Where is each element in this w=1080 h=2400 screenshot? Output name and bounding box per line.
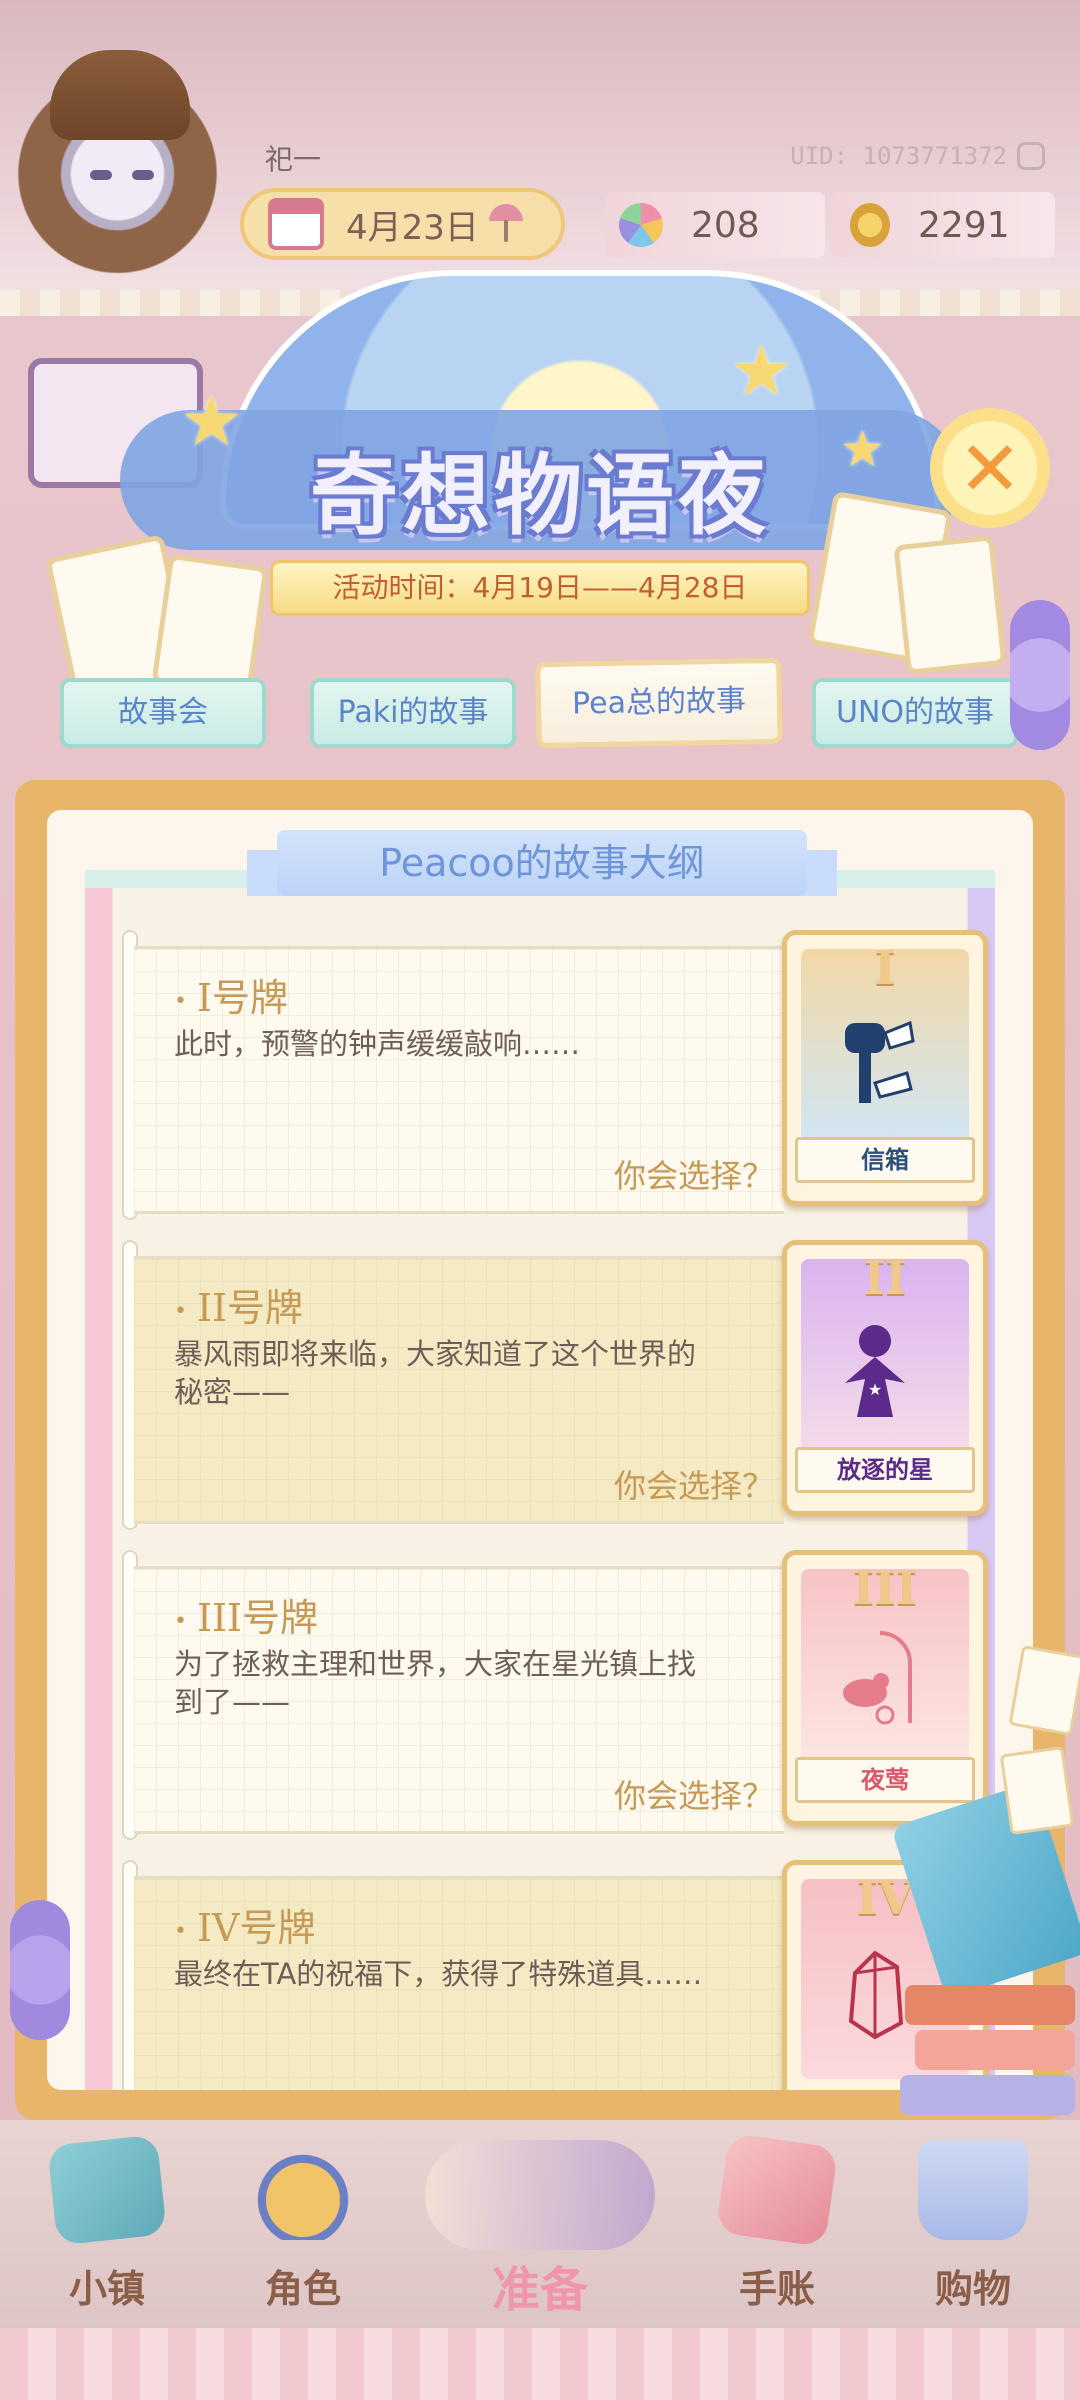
small-card-decoration (1008, 1645, 1080, 1736)
story-description: 暴风雨即将来临，大家知道了这个世界的秘密—— (174, 1337, 697, 1409)
story-item[interactable]: I号牌 此时，预警的钟声缓缓敲响…… 你会选择？ I 信箱 (122, 930, 992, 1220)
tab-paki-story[interactable]: Paki的故事 (310, 678, 516, 748)
choose-button[interactable]: 你会选择？ (614, 1461, 774, 1507)
choose-button[interactable]: 你会选择？ (614, 1771, 774, 1817)
nav-town[interactable]: 小镇 (17, 2134, 197, 2320)
shopping-bag-icon (918, 2140, 1028, 2240)
close-button[interactable]: ✕ (930, 408, 1050, 528)
card-label: 信箱 (795, 1137, 975, 1183)
outline-title: Peacoo的故事大纲 (277, 830, 807, 896)
book-stack-decoration (900, 2075, 1075, 2115)
story-item[interactable]: III号牌 为了拯救主理和世界，大家在星光镇上找到了—— 你会选择？ III 夜… (122, 1550, 992, 1840)
story-description: 为了拯救主理和世界，大家在星光镇上找到了—— (174, 1647, 697, 1719)
story-scroll: IV号牌 最终在TA的祝福下，获得了特殊道具…… 你会选择？ (134, 1876, 784, 2090)
crystal-icon (848, 1950, 904, 2040)
nav-label: 购物 (934, 2267, 1011, 2311)
flower-currency-icon (619, 203, 663, 247)
panel-inner: Peacoo的故事大纲 I号牌 此时，预警的钟声缓缓敲响…… 你会选择？ I (47, 810, 1033, 2090)
player-avatar[interactable] (10, 50, 225, 275)
small-card-decoration (999, 1745, 1075, 1836)
current-date: 4月23日 (346, 207, 479, 248)
journal-icon (715, 2132, 839, 2248)
nav-label: 角色 (264, 2267, 341, 2311)
uid-text: UID: 1073771372 (790, 142, 1007, 170)
card-label: 夜莺 (795, 1757, 975, 1803)
event-banner: ★ ★ ★ 奇想物语夜 活动时间：4月19日——4月28日 (45, 270, 1020, 711)
star-girl-icon: ★ (845, 1325, 905, 1417)
story-item[interactable]: IV号牌 最终在TA的祝福下，获得了特殊道具…… 你会选择？ IV (122, 1860, 992, 2090)
tab-pea-story[interactable]: Pea总的故事 (535, 657, 783, 749)
nav-prepare[interactable]: 准备 (415, 2140, 665, 2320)
nav-shop[interactable]: 购物 (883, 2140, 1063, 2320)
book-stack-decoration (915, 2030, 1075, 2070)
calendar-icon (268, 198, 324, 250)
svg-text:★: ★ (868, 1380, 882, 1399)
mailbox-icon (845, 1020, 915, 1103)
nav-label: 准备 (491, 2262, 588, 2318)
date-pill: 4月23日 (240, 188, 565, 260)
prepare-icon (425, 2140, 655, 2250)
book-stack-decoration (905, 1985, 1075, 2025)
player-name: 祀一 (265, 143, 322, 176)
story-description: 最终在TA的祝福下，获得了特殊道具…… (174, 1957, 703, 1991)
card-numeral: III (852, 1561, 918, 1615)
nav-character[interactable]: 角色 (213, 2140, 393, 2320)
story-card-list[interactable]: I号牌 此时，预警的钟声缓缓敲响…… 你会选择？ I 信箱 (122, 930, 992, 2090)
tarot-card-exiled-star[interactable]: II ★ 放逐的星 (782, 1240, 988, 1516)
avatar-eye-icon (132, 170, 154, 180)
event-time: 活动时间：4月19日——4月28日 (270, 560, 810, 616)
bottom-lace-strip (0, 2328, 1080, 2400)
story-item[interactable]: II号牌 暴风雨即将来临，大家知道了这个世界的秘密—— 你会选择？ II ★ 放… (122, 1240, 992, 1530)
lavender-decoration (10, 1900, 70, 2040)
card-numeral: II (863, 1251, 907, 1305)
flower-currency[interactable]: 208 (605, 192, 825, 258)
coin-icon (850, 203, 890, 247)
story-title: III号牌 (174, 1587, 318, 1642)
coin-currency[interactable]: 2291 (830, 192, 1055, 258)
choose-button[interactable]: 你会选择？ (614, 2081, 774, 2090)
map-icon (47, 2134, 167, 2246)
lavender-decoration (1010, 600, 1070, 750)
cat-card-decoration (893, 535, 1007, 675)
story-title: II号牌 (174, 1277, 303, 1332)
nav-label: 手账 (738, 2267, 815, 2311)
tarot-card-mailbox[interactable]: I 信箱 (782, 930, 988, 1206)
avatar-eye-icon (90, 170, 112, 180)
flower-count: 208 (691, 204, 760, 246)
choose-button[interactable]: 你会选择？ (614, 1151, 774, 1197)
story-scroll: II号牌 暴风雨即将来临，大家知道了这个世界的秘密—— 你会选择？ (134, 1256, 784, 1524)
story-title: I号牌 (174, 967, 288, 1022)
story-scroll: I号牌 此时，预警的钟声缓缓敲响…… 你会选择？ (134, 946, 784, 1214)
close-icon: ✕ (958, 423, 1022, 513)
event-title: 奇想物语夜 (309, 444, 770, 547)
tarot-card-nightingale[interactable]: III 夜莺 (782, 1550, 988, 1826)
uid-display[interactable]: UID: 1073771372 (605, 132, 1045, 180)
detective-hat-icon (50, 50, 190, 140)
nav-label: 小镇 (68, 2267, 145, 2311)
story-title: IV号牌 (174, 1897, 315, 1952)
card-numeral: I (874, 941, 896, 995)
nav-journal[interactable]: 手账 (687, 2132, 867, 2320)
tab-story-meeting[interactable]: 故事会 (60, 678, 266, 748)
umbrella-weather-icon (488, 204, 523, 244)
card-label: 放逐的星 (795, 1447, 975, 1493)
character-icon (248, 2140, 358, 2240)
story-outline-panel: Peacoo的故事大纲 I号牌 此时，预警的钟声缓缓敲响…… 你会选择？ I (15, 780, 1065, 2120)
copy-icon[interactable] (1017, 142, 1045, 170)
story-description: 此时，预警的钟声缓缓敲响…… (174, 1027, 581, 1061)
star-icon: ★ (730, 330, 793, 412)
story-scroll: III号牌 为了拯救主理和世界，大家在星光镇上找到了—— 你会选择？ (134, 1566, 784, 1834)
nightingale-cage-icon (843, 1631, 912, 1725)
tab-uno-story[interactable]: UNO的故事 (812, 678, 1018, 748)
coin-count: 2291 (918, 204, 1010, 246)
story-tabs: 故事会 Paki的故事 Pea总的故事 UNO的故事 (60, 657, 1020, 752)
